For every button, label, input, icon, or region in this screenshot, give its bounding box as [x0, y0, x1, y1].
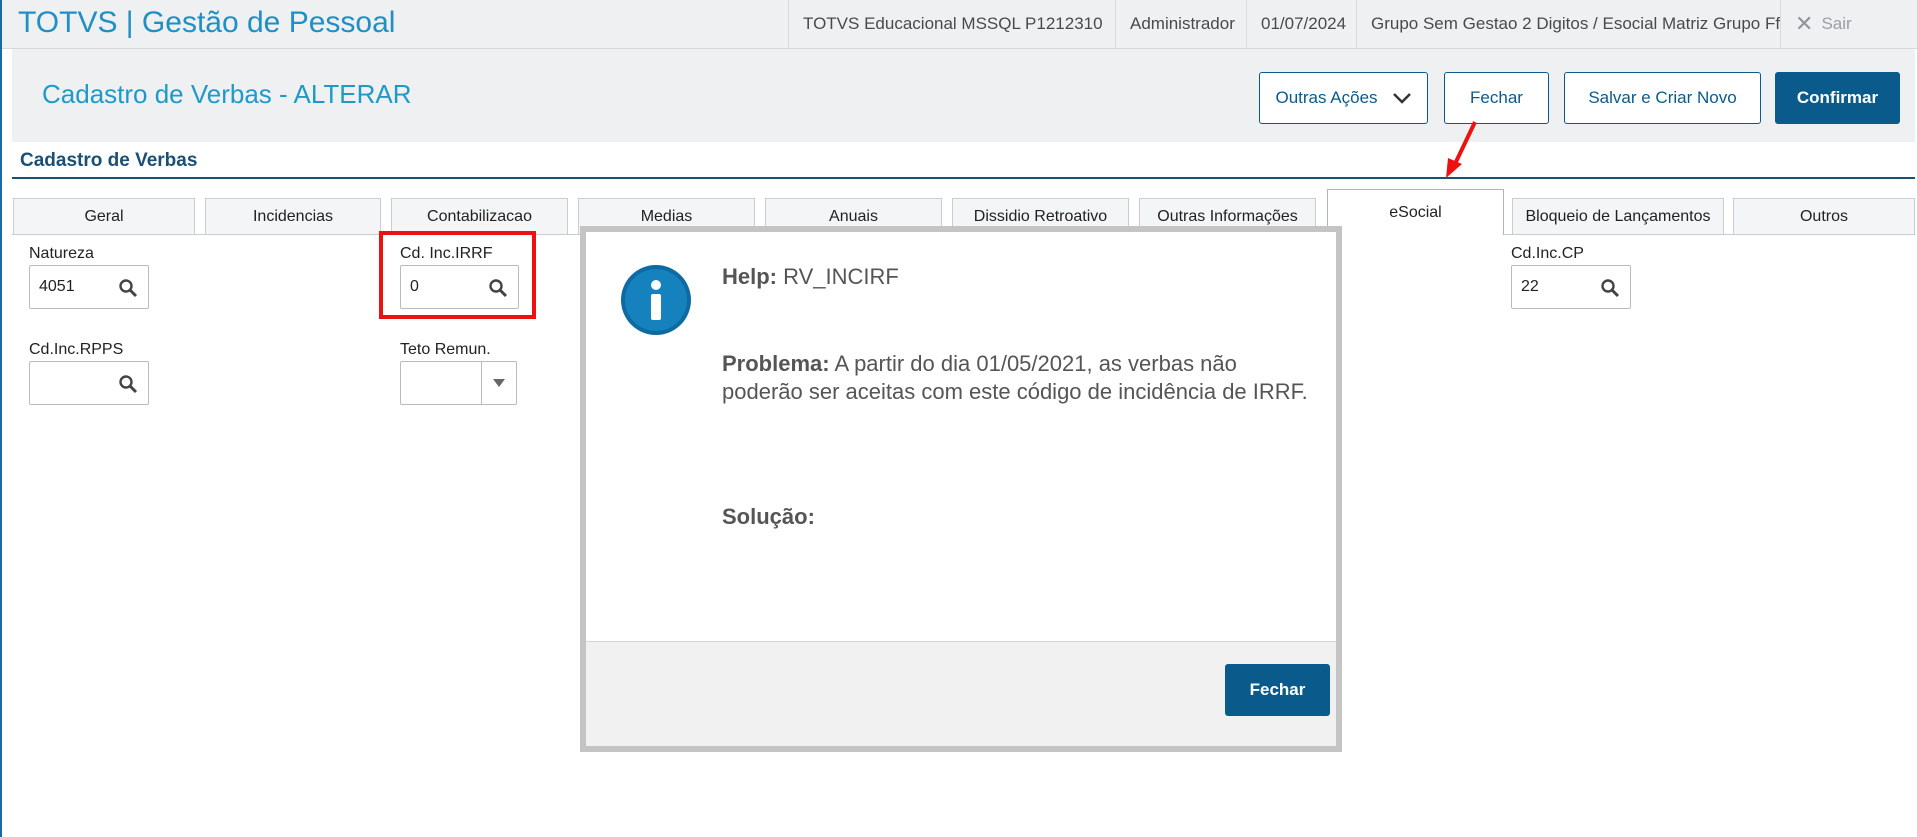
search-icon[interactable] [118, 374, 138, 394]
exit-button[interactable]: ✕ Sair [1780, 0, 1917, 48]
close-form-button[interactable]: Fechar [1444, 72, 1549, 124]
section-title: Cadastro de Verbas [20, 150, 198, 171]
teto-remun-label: Teto Remun. [400, 341, 491, 358]
section-divider [12, 177, 1915, 179]
teto-remun-select[interactable] [400, 361, 517, 405]
cd-inc-rpps-field[interactable] [29, 361, 149, 405]
tab-contabilizacao[interactable]: Contabilizacao [391, 198, 568, 234]
natureza-label: Natureza [29, 245, 94, 262]
dialog-footer: Fechar [586, 641, 1336, 746]
help-dialog: Help: RV_INCIRF Problema: A partir do di… [580, 226, 1342, 752]
dropdown-arrow-icon[interactable] [481, 362, 516, 404]
chevron-down-icon [1392, 93, 1411, 104]
other-actions-button[interactable]: Outras Ações [1259, 72, 1428, 124]
close-icon: ✕ [1795, 11, 1814, 36]
app-title: TOTVS | Gestão de Pessoal [18, 6, 396, 39]
tab-geral[interactable]: Geral [13, 198, 195, 234]
company-info: Grupo Sem Gestao 2 Digitos / Esocial Mat… [1356, 0, 1794, 48]
exit-label: Sair [1821, 14, 1852, 33]
problem-label: Problema: [722, 351, 830, 376]
cd-inc-cp-value: 22 [1521, 278, 1539, 295]
natureza-field[interactable]: 4051 [29, 265, 149, 309]
cd-inc-cp-field[interactable]: 22 [1511, 265, 1631, 309]
search-icon[interactable] [1600, 278, 1620, 298]
info-icon [621, 265, 691, 335]
dialog-close-button[interactable]: Fechar [1225, 664, 1330, 716]
help-label: Help: [722, 264, 777, 289]
highlight-box [379, 231, 536, 319]
search-icon[interactable] [118, 278, 138, 298]
help-heading: Help: RV_INCIRF [722, 264, 899, 290]
tab-esocial[interactable]: eSocial [1327, 189, 1504, 235]
confirm-button[interactable]: Confirmar [1775, 72, 1900, 124]
tab-bloqueio-lancamentos[interactable]: Bloqueio de Lançamentos [1512, 198, 1724, 234]
natureza-value: 4051 [39, 278, 75, 295]
tab-incidencias[interactable]: Incidencias [205, 198, 381, 234]
other-actions-label: Outras Ações [1275, 88, 1378, 107]
user-info: Administrador [1115, 0, 1249, 48]
save-new-button[interactable]: Salvar e Criar Novo [1564, 72, 1761, 124]
cd-inc-cp-label: Cd.Inc.CP [1511, 245, 1584, 262]
environment-info: TOTVS Educacional MSSQL P1212310 [788, 0, 1117, 48]
top-bar: TOTVS | Gestão de Pessoal TOTVS Educacio… [2, 0, 1917, 49]
cd-inc-rpps-label: Cd.Inc.RPPS [29, 341, 124, 358]
page-title: Cadastro de Verbas - ALTERAR [42, 79, 412, 109]
date-info: 01/07/2024 [1246, 0, 1360, 48]
help-code: RV_INCIRF [783, 264, 899, 289]
solution-label: Solução: [722, 504, 815, 529]
annotation-arrow [1446, 121, 1477, 178]
problem-text-block: Problema: A partir do dia 01/05/2021, as… [722, 350, 1312, 406]
tab-outros[interactable]: Outros [1733, 198, 1915, 234]
